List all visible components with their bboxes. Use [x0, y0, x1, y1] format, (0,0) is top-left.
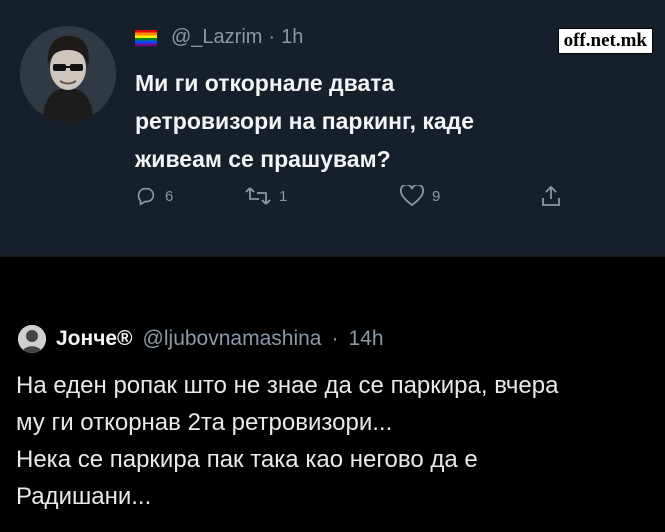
reply-text: На еден ропак што не знае да се паркира,…	[16, 367, 661, 515]
reply-text-line: му ги откорнав 2та ретровизори...	[16, 409, 393, 436]
avatar[interactable]	[18, 325, 46, 353]
avatar[interactable]	[20, 26, 116, 122]
reply-handle[interactable]: @ljubovnamashina	[143, 325, 322, 353]
retweet-button[interactable]: 1	[245, 185, 287, 207]
avatar-image	[20, 26, 116, 122]
reply-icon	[137, 187, 155, 206]
site-watermark: off.net.mk	[557, 28, 653, 54]
tweet-text-line: ретровизори на паркинг, каде	[135, 108, 475, 134]
original-tweet[interactable]: @_Lazrim · 1h off.net.mk Ми ги откорнале…	[0, 0, 665, 255]
retweet-count: 1	[279, 187, 288, 205]
tweet-text-line: Ми ги откорнале двата	[135, 70, 395, 96]
tweet-actions: 6 1 9	[135, 185, 575, 215]
tweet-text: Ми ги откорнале двата ретровизори на пар…	[135, 64, 605, 178]
reply-tweet[interactable]: Јонче® @ljubovnamashina · 14h На еден ро…	[0, 255, 665, 532]
tweet-text-line: живеам се прашувам?	[135, 146, 391, 172]
separator-dot: ·	[268, 26, 276, 48]
retweet-icon	[245, 187, 271, 205]
tweet-header: @_Lazrim · 1h	[135, 26, 303, 49]
reply-text-line: Радишани...	[16, 483, 152, 510]
reply-display-name[interactable]: Јонче®	[56, 325, 133, 353]
like-icon	[400, 185, 424, 207]
separator-dot: ·	[331, 327, 339, 350]
reply-text-line: На еден ропак што не знае да се паркира,…	[16, 372, 559, 399]
share-button[interactable]	[540, 185, 562, 207]
reply-header: Јонче® @ljubovnamashina · 14h	[56, 325, 384, 353]
reply-count: 6	[165, 187, 174, 205]
share-icon	[542, 185, 560, 206]
like-count: 9	[432, 187, 441, 205]
tweet-handle[interactable]: @_Lazrim	[171, 26, 262, 49]
divider	[0, 255, 665, 257]
avatar-image	[18, 325, 46, 353]
like-button[interactable]: 9	[400, 185, 440, 207]
reply-text-line: Нека се паркира пак така као негово да е	[16, 446, 478, 473]
rainbow-flag-icon	[135, 29, 157, 46]
tweet-time[interactable]: 1h	[281, 26, 303, 49]
reply-time[interactable]: 14h	[348, 325, 383, 353]
reply-button[interactable]: 6	[135, 185, 173, 207]
